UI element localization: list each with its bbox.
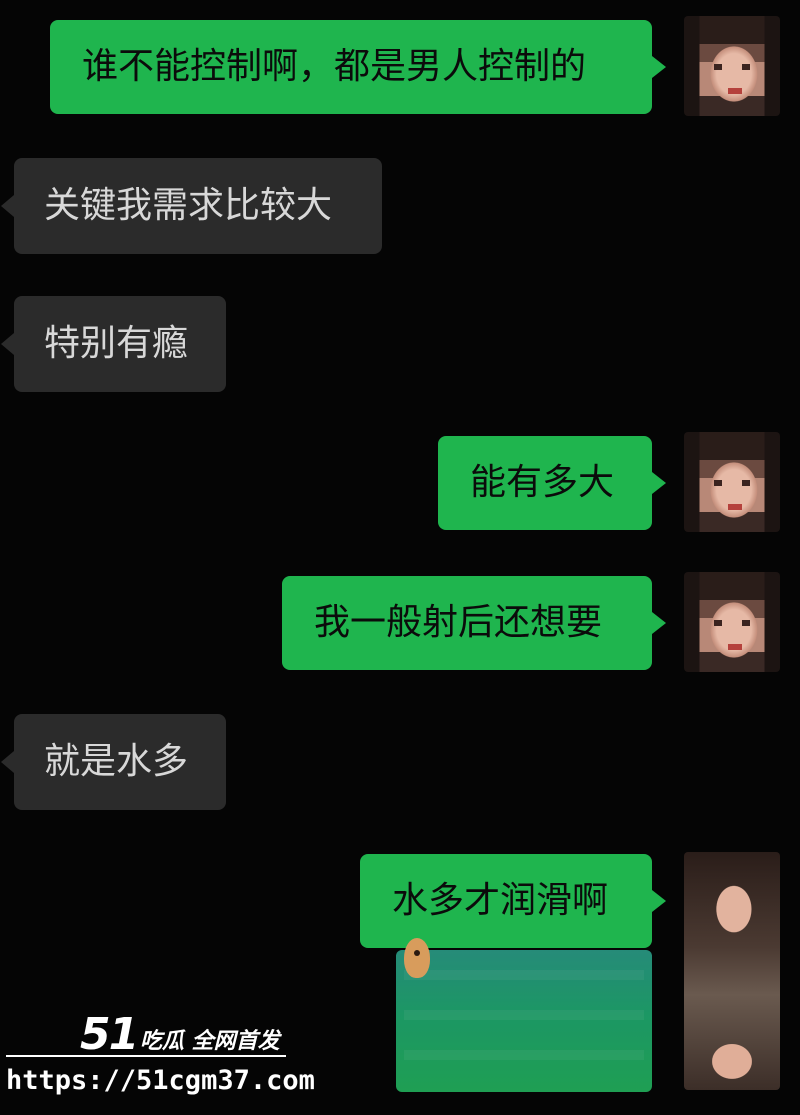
avatar[interactable] [684, 432, 780, 532]
watermark-logo: 51 [80, 1009, 139, 1060]
avatar[interactable] [684, 572, 780, 672]
sticker-icon [404, 938, 430, 978]
message-text: 关键我需求比较大 [44, 185, 333, 226]
blurred-image-message[interactable] [396, 950, 652, 1092]
message-text: 就是水多 [44, 741, 189, 782]
message-text: 特别有瘾 [44, 323, 189, 364]
message-bubble-outgoing[interactable]: 我一般射后还想要 [282, 576, 666, 670]
message-text: 谁不能控制啊，都是男人控制的 [82, 46, 587, 87]
watermark-tagline: 吃瓜 全网首发 [140, 1029, 280, 1054]
message-bubble-incoming[interactable]: 就是水多 [1, 714, 226, 810]
message-bubble-outgoing[interactable]: 谁不能控制啊，都是男人控制的 [50, 20, 666, 114]
watermark-url: https://51cgm37.com [6, 1065, 315, 1096]
message-bubble-outgoing[interactable]: 能有多大 [438, 436, 666, 530]
divider [6, 1055, 286, 1057]
message-bubble-incoming[interactable]: 关键我需求比较大 [1, 158, 382, 254]
watermark: 51 吃瓜 全网首发 https://51cgm37.com [0, 1005, 320, 1105]
message-bubble-outgoing[interactable]: 水多才润滑啊 [360, 854, 666, 948]
message-bubble-incoming[interactable]: 特别有瘾 [1, 296, 226, 392]
message-text: 水多才润滑啊 [392, 880, 609, 921]
chat-screen: 谁不能控制啊，都是男人控制的 关键我需求比较大 特别有瘾 能有多大 我一般射后还… [0, 0, 800, 1115]
message-text: 能有多大 [470, 462, 615, 503]
message-text: 我一般射后还想要 [314, 602, 603, 643]
avatar[interactable] [684, 852, 780, 1090]
avatar[interactable] [684, 16, 780, 116]
